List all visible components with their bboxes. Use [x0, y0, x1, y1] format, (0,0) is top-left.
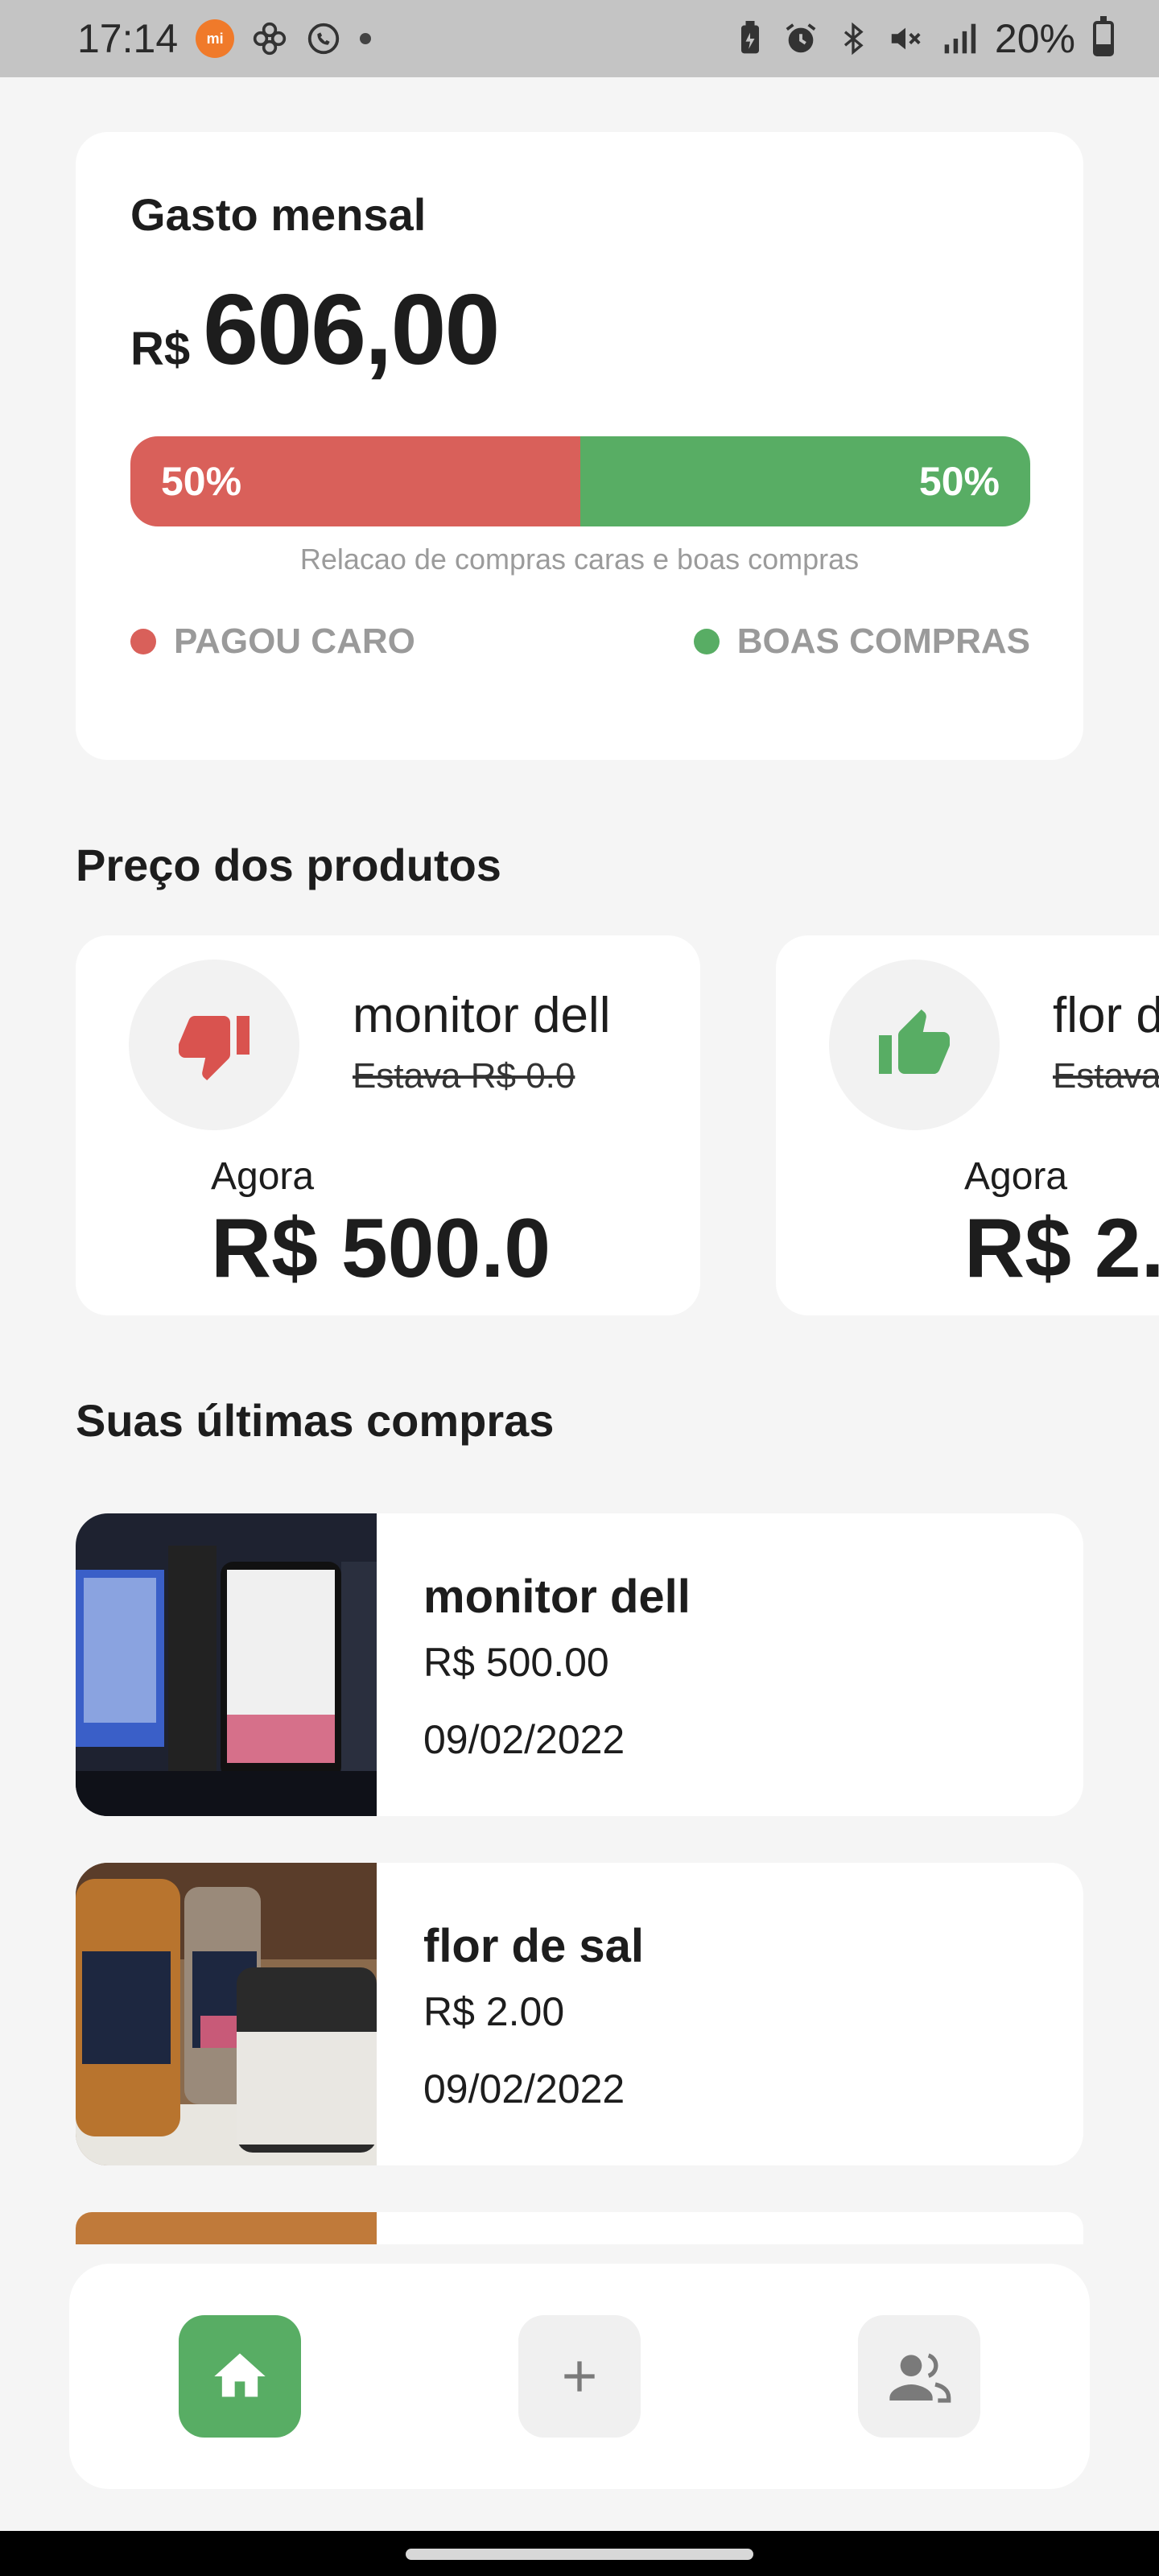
legend-good: BOAS COMPRAS	[693, 621, 1030, 662]
whatsapp-icon	[305, 20, 342, 57]
legend-good-label: BOAS COMPRAS	[736, 621, 1030, 661]
purchase-list-item-partial	[76, 2212, 1083, 2244]
battery-icon	[1093, 16, 1114, 56]
price-old-value: Estava	[1053, 1056, 1159, 1096]
price-card[interactable]: flor de sal Estava Agora R$ 2.	[776, 935, 1159, 1315]
add-icon	[564, 2361, 595, 2392]
price-now-value: R$ 2.	[964, 1202, 1159, 1295]
ratio-caption: Relacao de compras caras e boas compras	[299, 543, 860, 576]
monthly-spend-card: Gasto mensal R$ 606,00 50% 50% Relacao d…	[76, 132, 1083, 760]
battery-saver-icon	[736, 21, 765, 56]
price-product-name: monitor dell	[353, 988, 611, 1043]
monitor-photo-image	[76, 1513, 377, 1816]
purchase-name: flor de sal	[423, 1920, 644, 1972]
expensive-percent: 50%	[161, 459, 242, 504]
price-old-value: Estava R$ 0.0	[353, 1056, 575, 1096]
green-dot-icon	[693, 629, 720, 654]
battery-percent: 20%	[994, 16, 1075, 61]
add-button[interactable]	[518, 2315, 641, 2438]
purchase-list-item[interactable]: monitor dell R$ 500.00 09/02/2022	[76, 1513, 1083, 1816]
bottom-navigation	[69, 2264, 1090, 2489]
home-button[interactable]	[179, 2315, 301, 2438]
price-card[interactable]: monitor dell Estava R$ 0.0 Agora R$ 500.…	[76, 935, 700, 1315]
pinwheel-icon	[252, 21, 287, 56]
mi-badge-label: mi	[206, 30, 224, 47]
monthly-spend-title: Gasto mensal	[130, 189, 427, 240]
purchase-price: R$ 2.00	[423, 1989, 565, 2034]
salt-jars-photo-image	[76, 1863, 377, 2165]
currency-label: R$	[130, 323, 191, 375]
mi-app-icon: mi	[196, 19, 235, 58]
signal-icon	[942, 21, 977, 56]
purchase-list-item[interactable]: flor de sal R$ 2.00 09/02/2022	[76, 1863, 1083, 2165]
purchases-section-title: Suas últimas compras	[76, 1395, 555, 1446]
purchase-ratio-bar: 50% 50%	[130, 436, 1030, 526]
home-icon	[214, 2353, 266, 2397]
system-navigation-bar	[0, 2531, 1159, 2576]
mute-icon	[887, 20, 924, 57]
purchase-name: monitor dell	[423, 1571, 691, 1623]
thumbs-down-icon	[129, 960, 299, 1130]
monthly-spend-amount: R$ 606,00	[130, 273, 500, 387]
good-share-bar: 50%	[580, 436, 1030, 526]
price-product-name: flor de sal	[1053, 988, 1159, 1043]
partial-photo-image	[76, 2212, 377, 2244]
status-time: 17:14	[77, 16, 179, 61]
legend-expensive-label: PAGOU CARO	[174, 621, 415, 661]
profile-icon	[889, 2353, 951, 2403]
bluetooth-icon	[837, 20, 869, 57]
good-percent: 50%	[918, 459, 1000, 504]
prices-section-title: Preço dos produtos	[76, 840, 501, 890]
thumbs-up-icon	[829, 960, 1000, 1130]
price-now-label: Agora	[964, 1155, 1068, 1198]
amount-value: 606,00	[203, 275, 500, 386]
purchase-date: 09/02/2022	[423, 1717, 625, 1762]
status-bar: 17:14 mi 20%	[0, 0, 1159, 77]
purchase-date: 09/02/2022	[423, 2066, 625, 2112]
legend-expensive: PAGOU CARO	[130, 621, 415, 662]
price-now-label: Agora	[211, 1155, 315, 1198]
red-dot-icon	[130, 629, 156, 654]
gesture-handle[interactable]	[406, 2549, 753, 2560]
alarm-icon	[782, 20, 819, 57]
purchase-price: R$ 500.00	[423, 1640, 609, 1685]
expensive-share-bar: 50%	[130, 436, 580, 526]
dot-icon	[360, 33, 372, 44]
profile-button[interactable]	[858, 2315, 980, 2438]
price-now-value: R$ 500.0	[211, 1202, 551, 1295]
